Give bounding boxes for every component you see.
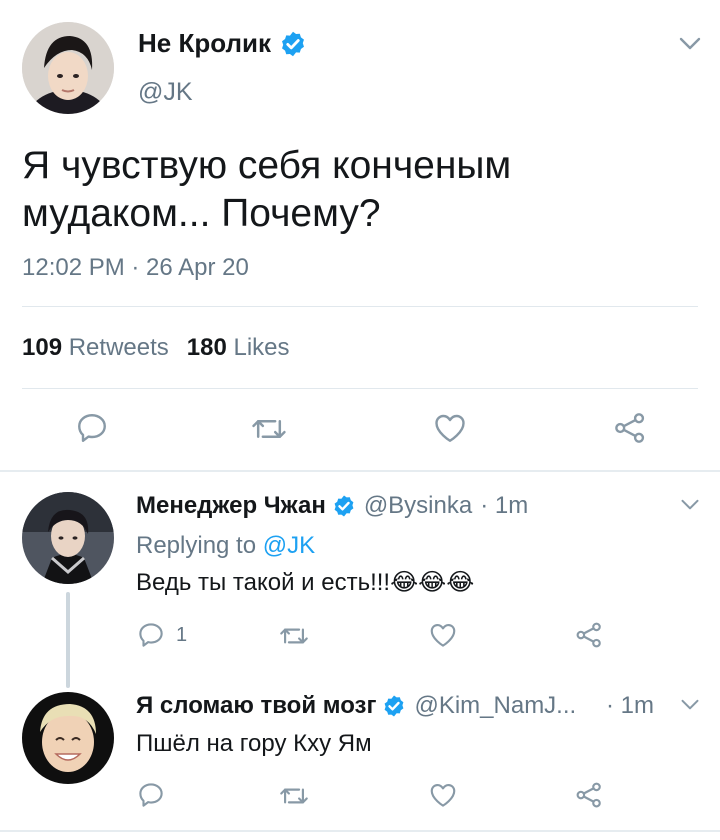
retweets-count: 109 (22, 334, 63, 361)
replying-to: Replying to @JK (136, 532, 315, 560)
thread-line (66, 592, 70, 688)
tweet-stats: 109 Retweets 180 Likes (22, 334, 290, 362)
reply-icon[interactable] (136, 620, 166, 650)
author-name[interactable]: Не Кролик (138, 28, 271, 59)
like-heart-icon[interactable] (432, 410, 468, 446)
verified-badge-icon (282, 31, 304, 56)
reply-author-name[interactable]: Менеджер Чжан (136, 492, 326, 520)
reply-avatar-image (22, 692, 114, 784)
divider (22, 306, 698, 307)
replying-to-prefix: Replying to (136, 532, 257, 559)
reply-author-handle[interactable]: @Bysinka (364, 492, 472, 520)
reply-header: Я сломаю твой мозг @Kim_NamJ... (136, 692, 576, 720)
like-heart-icon[interactable] (428, 780, 458, 810)
section-separator (0, 830, 720, 832)
reply-text: Пшёл на гору Кху Ям (136, 730, 372, 757)
author-name-row: Не Кролик (138, 28, 307, 59)
verified-badge-icon (334, 495, 354, 517)
retweet-icon[interactable] (278, 622, 310, 650)
retweet-icon[interactable] (250, 412, 288, 446)
share-icon[interactable] (574, 620, 604, 650)
reply-text: Ведь ты такой и есть!!!😂😂😂 (136, 568, 474, 597)
reply-icon[interactable] (136, 780, 166, 810)
verified-badge-icon (385, 695, 404, 717)
reply-avatar-image (22, 492, 114, 584)
author-avatar[interactable] (22, 22, 114, 114)
reply-avatar[interactable] (22, 692, 114, 784)
reply-text-body: Ведь ты такой и есть!!! (136, 569, 391, 596)
likes-label: Likes (233, 334, 290, 361)
reply-count: 1 (176, 624, 188, 646)
author-avatar-image (22, 22, 114, 114)
share-icon[interactable] (574, 780, 604, 810)
author-handle[interactable]: @JK (138, 78, 193, 107)
reply-time: · 1m (606, 692, 654, 719)
reply-header: Менеджер Чжан @Bysinka · 1m (136, 492, 528, 520)
reply-avatar[interactable] (22, 492, 114, 584)
tweet-timestamp[interactable]: 12:02 PM · 26 Apr 20 (22, 254, 249, 282)
tweet-text: Я чувствую себя конченым мудаком... Поче… (22, 144, 512, 235)
replying-to-mention[interactable]: @JK (263, 532, 315, 559)
reply-author-name[interactable]: Я сломаю твой мозг (136, 692, 376, 720)
likes-count: 180 (186, 334, 227, 361)
chevron-down-icon[interactable] (678, 36, 702, 52)
reply-author-handle[interactable]: @Kim_NamJ... (414, 692, 576, 720)
retweet-icon[interactable] (278, 782, 310, 810)
share-icon[interactable] (612, 410, 648, 446)
likes-stat[interactable]: 180 Likes (187, 334, 290, 361)
laughing-emoji: 😂😂😂 (390, 569, 475, 596)
divider (22, 388, 698, 389)
retweets-label: Retweets (68, 334, 169, 361)
like-heart-icon[interactable] (428, 620, 458, 650)
reply-icon[interactable] (74, 410, 110, 446)
section-separator (0, 470, 720, 472)
chevron-down-icon[interactable] (680, 498, 700, 512)
chevron-down-icon[interactable] (680, 698, 700, 712)
retweets-stat[interactable]: 109 Retweets (22, 334, 169, 361)
reply-time: · 1m (480, 492, 529, 519)
